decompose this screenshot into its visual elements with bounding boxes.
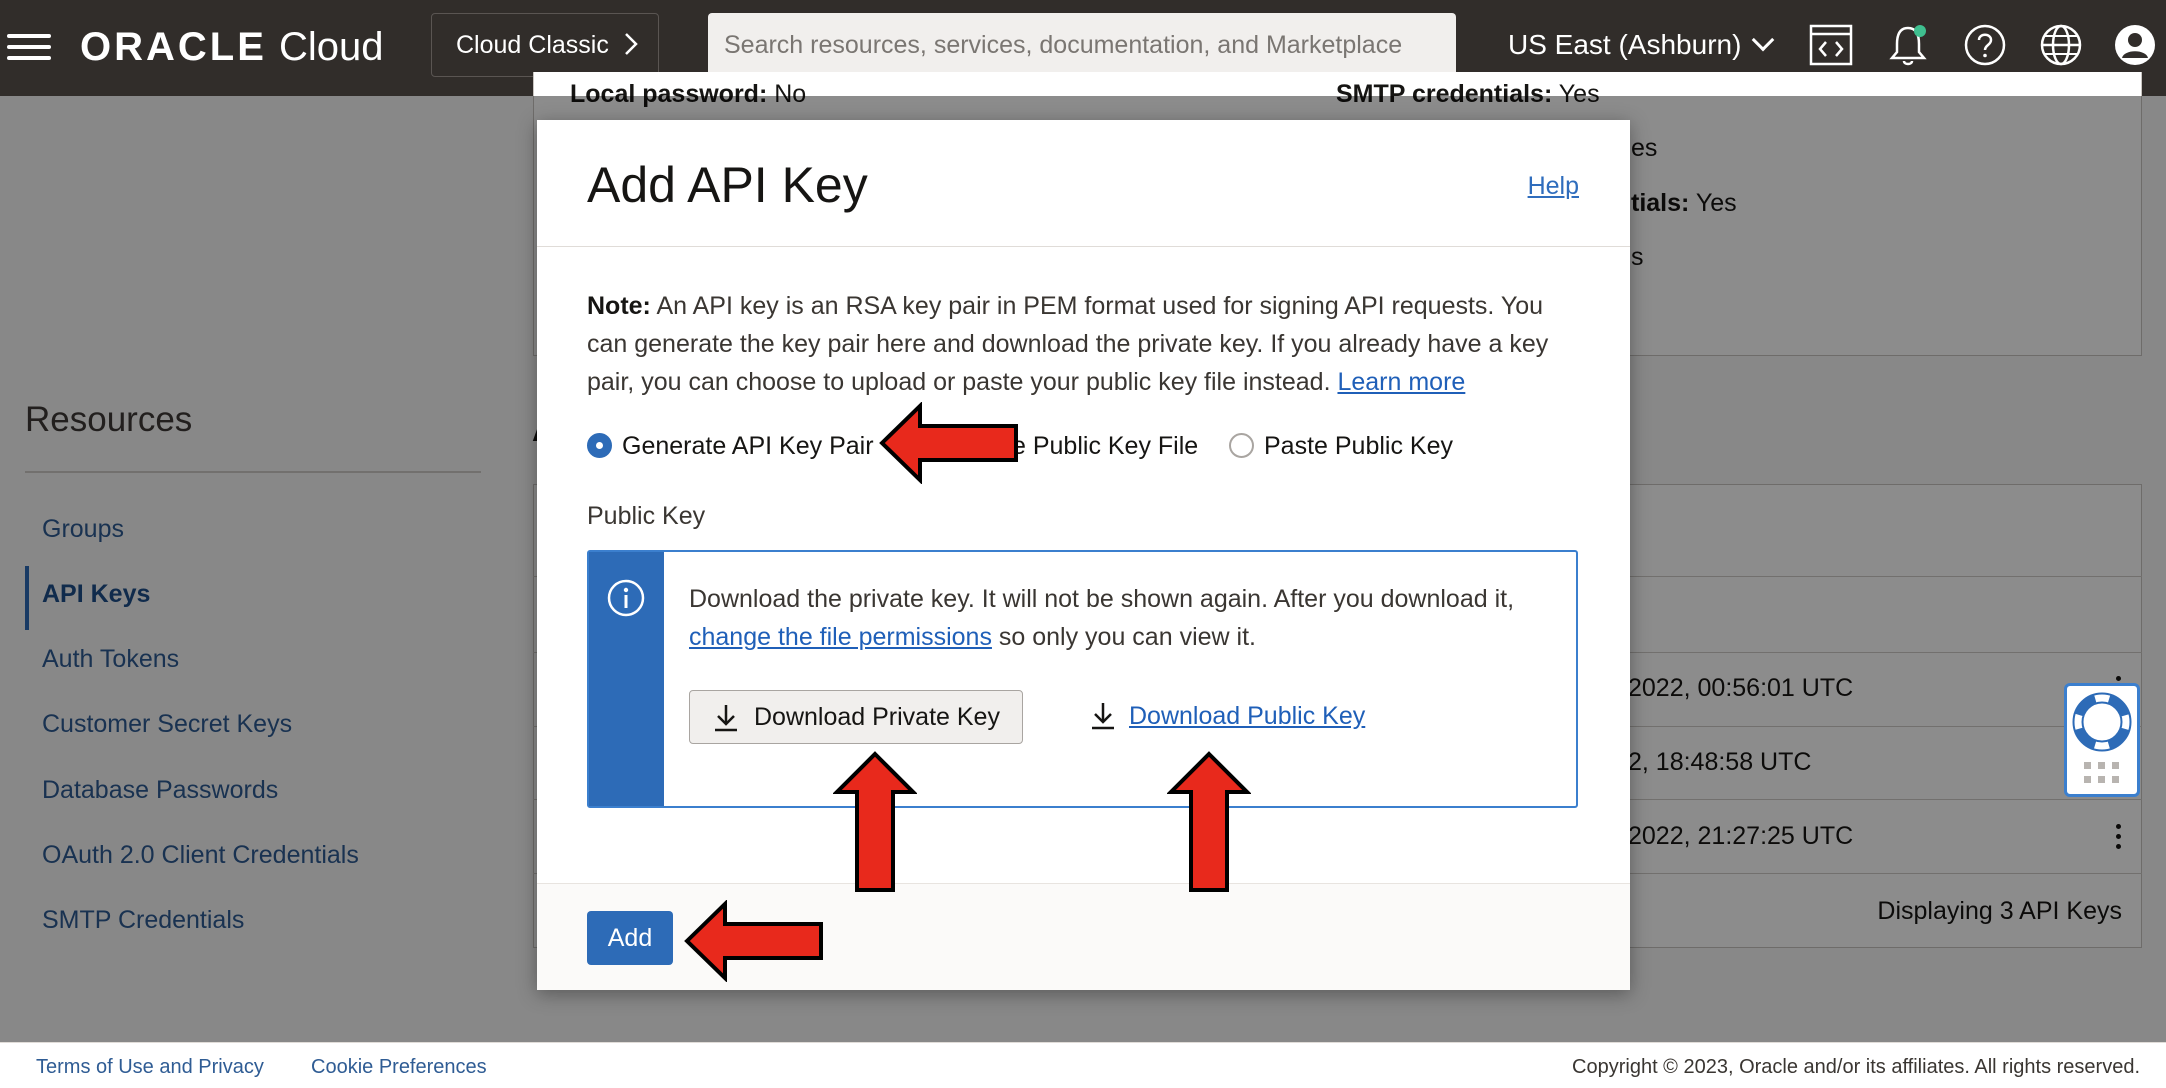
- option-paste-public-key[interactable]: Paste Public Key: [1229, 429, 1453, 463]
- option-upload-public-key-file[interactable]: e Public Key File: [1012, 429, 1198, 463]
- profile-icon[interactable]: [2112, 22, 2158, 68]
- notification-dot: [1914, 25, 1926, 37]
- notifications-icon[interactable]: [1885, 22, 1931, 68]
- support-widget[interactable]: [2064, 683, 2140, 797]
- copyright-text: Copyright © 2023, Oracle and/or its affi…: [1572, 1056, 2140, 1078]
- radio-selected-icon[interactable]: [587, 432, 612, 458]
- info-icon: [607, 579, 645, 617]
- download-info-box: Download the private key. It will not be…: [587, 550, 1578, 808]
- option-generate-key-pair[interactable]: Generate API Key Pair: [587, 429, 874, 463]
- help-link[interactable]: Help: [1528, 172, 1579, 201]
- region-selector[interactable]: US East (Ashburn): [1508, 22, 1775, 68]
- radio-unselected-icon[interactable]: [1229, 432, 1254, 458]
- download-public-key-link[interactable]: Download Public Key: [1089, 692, 1365, 740]
- download-icon: [1092, 703, 1114, 730]
- download-icon: [715, 705, 737, 732]
- chevron-right-icon: [624, 33, 638, 56]
- annotation-arrow-left-icon: [879, 402, 1018, 484]
- download-private-key-label: Download Private Key: [754, 703, 1000, 731]
- cloud-classic-button[interactable]: Cloud Classic: [431, 13, 659, 77]
- annotation-arrow-up-icon: [833, 751, 917, 892]
- cloud-classic-label: Cloud Classic: [456, 31, 609, 59]
- add-button[interactable]: Add: [587, 911, 673, 965]
- api-key-note: Note: An API key is an RSA key pair in P…: [587, 287, 1587, 401]
- search-input[interactable]: [708, 13, 1456, 77]
- drag-handle-icon[interactable]: [2084, 762, 2124, 786]
- dialog-header: Add API Key Help: [537, 120, 1630, 247]
- region-label: US East (Ashburn): [1508, 29, 1742, 60]
- menu-icon[interactable]: [7, 34, 51, 60]
- annotation-arrow-left-icon: [684, 900, 823, 982]
- oracle-cloud-logo[interactable]: ORACLE Cloud: [80, 22, 384, 72]
- language-icon[interactable]: [2038, 22, 2084, 68]
- terms-of-use-link[interactable]: Terms of Use and Privacy: [36, 1056, 264, 1079]
- chevron-down-icon: [1752, 28, 1775, 52]
- info-sidebar: [589, 552, 664, 806]
- option-label: Paste Public Key: [1264, 432, 1453, 460]
- option-label: e Public Key File: [1012, 432, 1199, 460]
- annotation-arrow-up-icon: [1167, 751, 1251, 892]
- change-file-permissions-link[interactable]: change the file permissions: [689, 623, 992, 651]
- cookie-preferences-link[interactable]: Cookie Preferences: [311, 1056, 487, 1079]
- note-label: Note:: [587, 292, 651, 320]
- info-text-2: so only you can view it.: [991, 623, 1256, 651]
- dialog-title: Add API Key: [587, 157, 868, 213]
- learn-more-link[interactable]: Learn more: [1337, 368, 1465, 396]
- download-public-key-label: Download Public Key: [1129, 702, 1366, 730]
- download-info-text: Download the private key. It will not be…: [689, 580, 1559, 656]
- code-editor-icon[interactable]: [1808, 22, 1854, 68]
- info-text-1: Download the private key. It will not be…: [689, 585, 1515, 613]
- option-label: Generate API Key Pair: [622, 432, 874, 460]
- logo-product: Cloud: [279, 25, 384, 69]
- add-api-key-dialog: Add API Key Help Note: An API key is an …: [537, 120, 1630, 990]
- lifebuoy-icon: [2072, 692, 2132, 752]
- public-key-label: Public Key: [587, 502, 706, 530]
- download-private-key-button[interactable]: Download Private Key: [689, 690, 1023, 744]
- logo-brand: ORACLE: [80, 25, 267, 69]
- help-icon[interactable]: [1962, 22, 2008, 68]
